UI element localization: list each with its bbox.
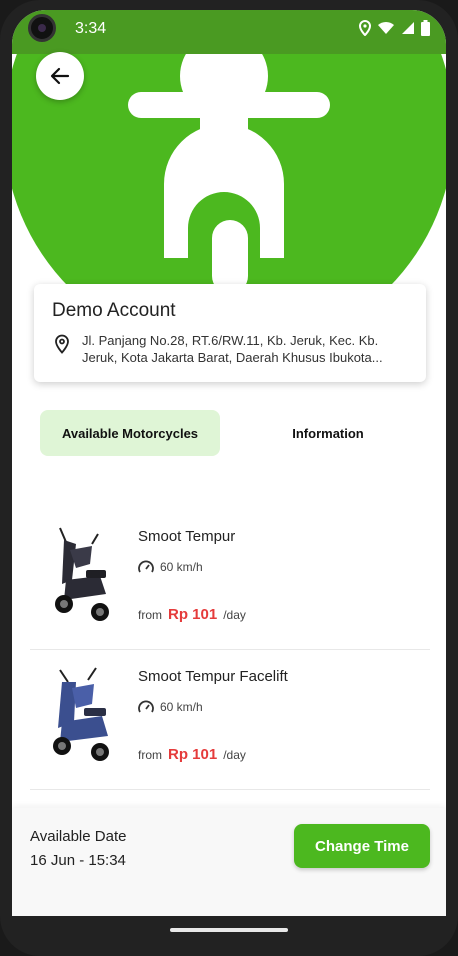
price-value: Rp 101 [168,746,218,763]
price-prefix: from [138,748,162,762]
scooter-image [55,527,109,621]
motorcycle-name: Smoot Tempur Facelift [138,668,288,685]
arrow-left-icon [50,67,70,85]
home-indicator[interactable] [170,928,288,932]
back-button[interactable] [36,52,84,100]
account-name: Demo Account [52,300,176,321]
price-row: from Rp 101 /day [138,606,246,623]
status-icons [359,20,430,36]
location-icon [359,20,371,36]
price-row: from Rp 101 /day [138,746,246,763]
tab-bar: Available Motorcycles Information [40,410,420,456]
available-date-value: 16 Jun - 15:34 [30,852,126,869]
available-date-label: Available Date [30,828,127,845]
motorcycle-name: Smoot Tempur [138,528,236,545]
location-pin-icon [55,334,69,354]
account-address: Jl. Panjang No.28, RT.6/RW.11, Kb. Jeruk… [82,333,383,365]
tab-available-motorcycles[interactable]: Available Motorcycles [40,410,220,456]
speed-row: 60 km/h [138,560,203,574]
battery-icon [421,20,430,36]
address-row: Jl. Panjang No.28, RT.6/RW.11, Kb. Jeruk… [52,332,408,366]
bottom-bar: Available Date 16 Jun - 15:34 Change Tim… [12,808,446,916]
motorcycle-list: Smoot Tempur 60 km/h from Rp 101 /day Sm… [30,510,430,790]
speedometer-icon [138,560,154,573]
scooter-image [53,667,109,761]
price-unit: /day [223,608,246,622]
status-time: 3:34 [75,20,107,37]
price-value: Rp 101 [168,606,218,623]
wifi-icon [378,21,394,34]
status-bar: 3:34 [12,10,446,54]
list-item[interactable]: Smoot Tempur 60 km/h from Rp 101 /day [30,510,430,650]
screen: 3:34 Demo Account Jl. Panjang No.28, RT.… [12,10,446,916]
scooter-icon [128,54,330,294]
camera-icon [28,14,56,42]
phone-frame: 3:34 Demo Account Jl. Panjang No.28, RT.… [0,0,458,956]
speedometer-icon [138,700,154,713]
motorcycle-speed: 60 km/h [160,700,203,714]
speed-row: 60 km/h [138,700,203,714]
account-card: Demo Account Jl. Panjang No.28, RT.6/RW.… [34,284,426,382]
tab-information[interactable]: Information [238,410,418,456]
list-item[interactable]: Smoot Tempur Facelift 60 km/h from Rp 10… [30,650,430,790]
change-time-button[interactable]: Change Time [294,824,430,868]
signal-icon [402,22,414,34]
motorcycle-speed: 60 km/h [160,560,203,574]
price-prefix: from [138,608,162,622]
price-unit: /day [223,748,246,762]
